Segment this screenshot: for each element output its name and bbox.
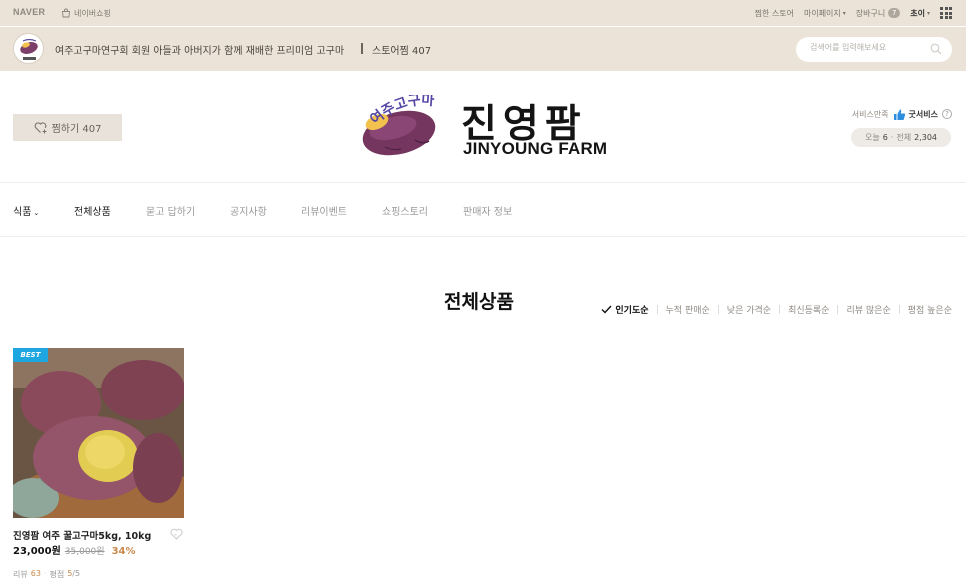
- cart-link[interactable]: 장바구니 7: [855, 8, 901, 19]
- chevron-down-icon: ▾: [926, 9, 930, 17]
- dot-separator: ·: [43, 569, 47, 578]
- store-description: 여주고구마연구회 회원 아들과 아버지가 함께 재배한 프리미엄 고구마: [55, 46, 345, 57]
- cart-count-badge: 7: [888, 8, 901, 18]
- review-label: 리뷰: [13, 570, 28, 579]
- original-price: 35,000원: [64, 547, 105, 557]
- service-rating: 서비스만족 굿서비스 ?: [852, 107, 952, 121]
- naver-logo[interactable]: NAVER: [13, 7, 45, 17]
- category-nav: 식품 ⌄ 전체상품 묻고 답하기 공지사항 리뷰이벤트 쇼핑스토리 판매자 정보: [0, 203, 966, 219]
- divider: [0, 182, 966, 183]
- apps-grid-icon[interactable]: [940, 7, 952, 19]
- page-title: 전체상품: [444, 291, 514, 313]
- chevron-down-icon: ⌄: [33, 209, 40, 217]
- sort-sales[interactable]: 누적 판매순: [666, 303, 710, 316]
- sort-reviews[interactable]: 리뷰 많은순: [846, 303, 890, 316]
- search-icon[interactable]: [930, 43, 942, 55]
- sort-popular[interactable]: 인기도순: [601, 303, 649, 316]
- divider: [837, 304, 839, 314]
- store-search-box: [796, 37, 952, 62]
- zzim-label: 찜하기 407: [51, 124, 102, 135]
- nav-item-seller-info[interactable]: 판매자 정보: [463, 203, 512, 218]
- search-input[interactable]: [810, 43, 920, 52]
- naver-shopping-label: 네이버쇼핑: [74, 8, 111, 18]
- mypage-label: 마이페이지: [803, 8, 841, 18]
- product-name[interactable]: 진영팜 여주 꿀고구마5kg, 10kg: [13, 528, 151, 542]
- divider: [779, 304, 781, 314]
- sort-newest[interactable]: 최신등록순: [788, 303, 829, 316]
- user-name: 초이: [910, 8, 925, 18]
- divider: [656, 304, 658, 314]
- price-row: 23,000원 35,000원 34%: [13, 542, 136, 557]
- review-count: 63: [30, 569, 41, 578]
- brand-subtitle: JINYOUNG FARM: [463, 139, 608, 158]
- today-label: 오늘: [864, 133, 880, 142]
- divider: [361, 43, 363, 54]
- divider: [898, 304, 900, 314]
- sort-label: 인기도순: [615, 305, 649, 316]
- sale-price: 23,000원: [13, 546, 61, 557]
- zzim-button[interactable]: 찜하기 407: [13, 114, 122, 141]
- nav-item-review-event[interactable]: 리뷰이벤트: [301, 203, 347, 218]
- thumbs-up-icon: [893, 109, 905, 120]
- product-card[interactable]: BEST 진영팜 여주 꿀고구마5kg, 10kg 23,000원 35,000…: [13, 348, 184, 580]
- visitor-count: 오늘 6 · 전체 2,304: [851, 128, 951, 147]
- sort-rating[interactable]: 평점 높은순: [908, 303, 952, 316]
- nav-item-food[interactable]: 식품 ⌄: [13, 203, 39, 218]
- chevron-down-icon: ▾: [842, 9, 846, 17]
- check-icon: [601, 305, 612, 314]
- sweet-potato-logo-icon: [20, 38, 38, 60]
- mypage-link[interactable]: 마이페이지 ▾: [804, 8, 846, 19]
- best-badge: BEST: [13, 348, 48, 362]
- store-avatar[interactable]: [13, 33, 44, 64]
- heart-plus-icon: [34, 122, 47, 134]
- sort-options: 인기도순 누적 판매순 낮은 가격순 최신등록순 리뷰 많은순 평점 높은순: [601, 302, 952, 316]
- naver-shopping-link[interactable]: 네이버쇼핑: [61, 5, 111, 21]
- rating-max: /5: [72, 569, 81, 578]
- nav-item-notice[interactable]: 공지사항: [230, 203, 267, 218]
- store-favorites-count[interactable]: 스토어찜 407: [372, 42, 431, 57]
- total-count: 2,304: [914, 133, 937, 142]
- discount-rate: 34%: [111, 546, 136, 557]
- service-label: 서비스만족: [851, 109, 889, 119]
- review-info: 리뷰 63 · 평점 5/5: [13, 569, 80, 580]
- product-image[interactable]: BEST: [13, 348, 184, 518]
- util-links: 찜한 스토어 마이페이지 ▾ 장바구니 7 초이 ▾: [745, 5, 952, 21]
- divider: [717, 304, 719, 314]
- cart-label: 장바구니: [855, 8, 886, 18]
- total-label: 전체: [896, 133, 912, 142]
- today-count: 6: [882, 133, 888, 142]
- nav-item-qna[interactable]: 묻고 답하기: [146, 203, 195, 218]
- user-menu[interactable]: 초이 ▾: [910, 8, 930, 19]
- nav-item-shopping-story[interactable]: 쇼핑스토리: [382, 203, 428, 218]
- help-icon[interactable]: ?: [942, 109, 952, 119]
- heart-icon[interactable]: [170, 528, 183, 540]
- nav-item-label: 식품: [13, 207, 32, 218]
- dot-separator: ·: [890, 133, 894, 142]
- divider: [0, 236, 966, 237]
- favorite-store-link[interactable]: 찜한 스토어: [755, 8, 794, 19]
- sort-low-price[interactable]: 낮은 가격순: [727, 303, 771, 316]
- sweet-potato-photo: [13, 348, 184, 518]
- service-value: 굿서비스: [908, 109, 938, 119]
- nav-item-all-products[interactable]: 전체상품: [74, 203, 111, 218]
- rating-label: 평점: [49, 570, 65, 579]
- store-info-bar: 여주고구마연구회 회원 아들과 아버지가 함께 재배한 프리미엄 고구마 스토어…: [0, 27, 966, 71]
- shopping-bag-icon: [61, 8, 71, 18]
- top-utility-bar: NAVER 네이버쇼핑 찜한 스토어 마이페이지 ▾ 장바구니 7 초이 ▾: [0, 0, 966, 26]
